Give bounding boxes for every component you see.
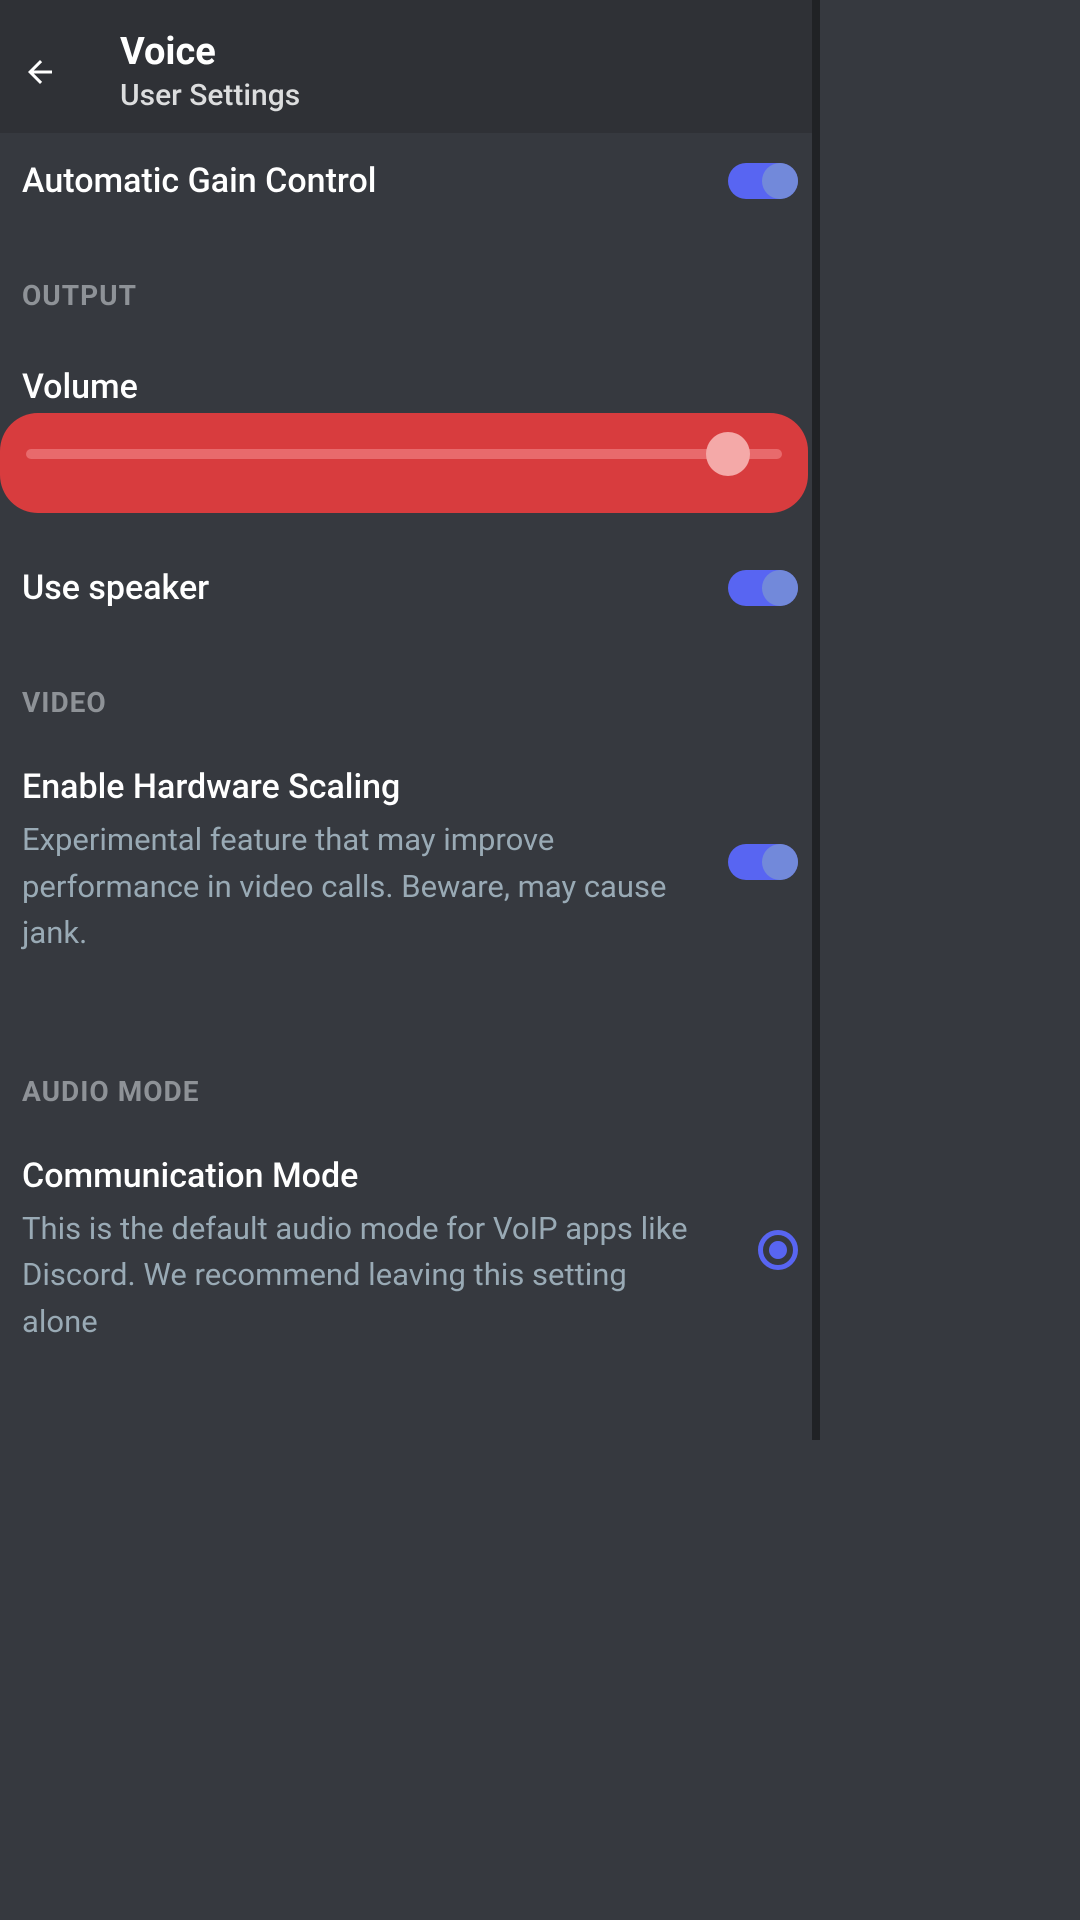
automatic-gain-control-label: Automatic Gain Control <box>22 161 376 201</box>
use-speaker-label: Use speaker <box>22 568 209 608</box>
volume-slider-container <box>0 413 808 513</box>
header: Voice User Settings <box>0 0 820 133</box>
automatic-gain-control-row[interactable]: Automatic Gain Control <box>0 133 820 229</box>
use-speaker-row[interactable]: Use speaker <box>0 513 820 636</box>
communication-mode-radio[interactable] <box>758 1230 798 1270</box>
header-text: Voice User Settings <box>120 30 300 113</box>
output-section-header: OUTPUT <box>0 229 820 332</box>
communication-mode-text: Communication Mode This is the default a… <box>22 1156 758 1346</box>
communication-mode-row[interactable]: Communication Mode This is the default a… <box>0 1128 820 1374</box>
communication-mode-label: Communication Mode <box>22 1156 728 1196</box>
hardware-scaling-row[interactable]: Enable Hardware Scaling Experimental fea… <box>0 739 820 985</box>
content: Automatic Gain Control OUTPUT Volume Use… <box>0 133 820 1373</box>
radio-inner <box>769 1241 787 1259</box>
gap <box>0 985 820 1025</box>
right-edge-bar <box>812 0 820 1440</box>
hardware-scaling-description: Experimental feature that may improve pe… <box>22 817 698 957</box>
automatic-gain-control-toggle[interactable] <box>728 163 798 199</box>
video-section-header: VIDEO <box>0 636 820 739</box>
page-subtitle: User Settings <box>120 78 300 113</box>
hardware-scaling-label: Enable Hardware Scaling <box>22 767 698 807</box>
page-title: Voice <box>120 30 300 74</box>
volume-section: Volume <box>0 332 820 513</box>
toggle-thumb <box>762 844 798 880</box>
back-button[interactable] <box>20 52 60 92</box>
arrow-left-icon <box>22 54 58 90</box>
hardware-scaling-text: Enable Hardware Scaling Experimental fea… <box>22 767 728 957</box>
hardware-scaling-toggle[interactable] <box>728 844 798 880</box>
audio-mode-section-header: AUDIO MODE <box>0 1025 820 1128</box>
volume-slider-track[interactable] <box>26 449 782 459</box>
toggle-thumb <box>762 570 798 606</box>
volume-label: Volume <box>22 367 798 407</box>
toggle-thumb <box>762 163 798 199</box>
volume-slider-thumb[interactable] <box>706 432 750 476</box>
communication-mode-description: This is the default audio mode for VoIP … <box>22 1206 728 1346</box>
use-speaker-toggle[interactable] <box>728 570 798 606</box>
